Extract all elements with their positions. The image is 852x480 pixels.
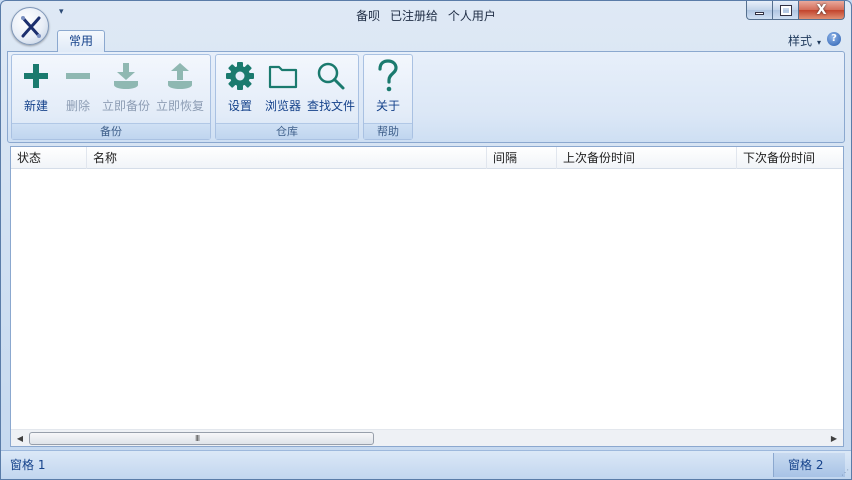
tab-common[interactable]: 常用: [57, 30, 105, 52]
settings-button[interactable]: 设置: [220, 59, 260, 119]
horizontal-scrollbar[interactable]: ◀ III ▶: [11, 429, 843, 446]
group-label-backup: 备份: [12, 123, 210, 139]
download-tray-icon: [114, 63, 138, 89]
column-header-interval[interactable]: 间隔: [487, 147, 557, 169]
title-registered-to: 已注册给: [389, 9, 438, 23]
minus-icon: [66, 73, 90, 79]
maximize-icon: [779, 4, 792, 16]
status-pane-1: 窗格 1: [10, 458, 46, 472]
column-header-next-backup[interactable]: 下次备份时间: [737, 147, 843, 169]
column-header-status[interactable]: 状态: [11, 147, 87, 169]
window-title: 备呗 已注册给 个人用户: [1, 7, 851, 24]
browser-button-label: 浏览器: [264, 99, 301, 113]
ribbon-group-backup: 新建 删除 立即备份 立即恢复 备份: [11, 54, 211, 140]
close-icon: X: [816, 2, 827, 18]
question-icon: [378, 59, 398, 92]
chevron-down-icon: ▾: [816, 38, 821, 47]
app-window: ▾ 备呗 已注册给 个人用户 X 常用 样式 ▾ ? 新建 删除 立即备份 立即…: [0, 0, 852, 480]
settings-button-label: 设置: [227, 99, 252, 113]
gear-icon: [226, 62, 254, 90]
delete-button[interactable]: 删除: [58, 59, 98, 119]
close-button[interactable]: X: [799, 1, 845, 20]
about-button[interactable]: 关于: [368, 59, 408, 119]
application-menu-button[interactable]: [11, 7, 49, 45]
find-files-button-label: 查找文件: [306, 99, 355, 113]
ribbon: 新建 删除 立即备份 立即恢复 备份 设置 浏览器 查找文件 仓库 关于 帮助: [7, 51, 845, 143]
delete-button-label: 删除: [65, 99, 90, 113]
list-header: 状态 名称 间隔 上次备份时间 下次备份时间: [11, 147, 843, 169]
upload-tray-icon: [168, 63, 192, 89]
group-label-help: 帮助: [364, 123, 412, 139]
plus-icon: [24, 64, 48, 88]
new-button[interactable]: 新建: [16, 59, 56, 119]
title-app-name: 备呗: [356, 9, 381, 23]
column-header-name[interactable]: 名称: [87, 147, 487, 169]
ribbon-group-repository: 设置 浏览器 查找文件 仓库: [215, 54, 359, 140]
style-menu-label: 样式: [787, 34, 812, 48]
resize-grip-icon[interactable]: ⋰: [841, 468, 849, 477]
title-bar[interactable]: ▾ 备呗 已注册给 个人用户 X: [1, 1, 851, 29]
group-label-repository: 仓库: [216, 123, 358, 139]
style-menu[interactable]: 样式 ▾: [788, 32, 821, 49]
scrollbar-thumb[interactable]: III: [29, 432, 374, 445]
backup-task-list[interactable]: 状态 名称 间隔 上次备份时间 下次备份时间 ◀ III ▶: [10, 146, 844, 447]
minimize-icon: [755, 11, 764, 15]
help-icon[interactable]: ?: [827, 32, 841, 46]
scrollbar-grip: III: [195, 434, 200, 443]
about-button-label: 关于: [375, 99, 400, 113]
app-logo-icon: [21, 16, 41, 38]
ribbon-group-help: 关于 帮助: [363, 54, 413, 140]
backup-now-button[interactable]: 立即备份: [100, 59, 152, 119]
search-icon: [317, 62, 345, 90]
status-bar: 窗格 1 窗格 2 ⋰: [1, 450, 851, 479]
backup-now-button-label: 立即备份: [101, 99, 150, 113]
scroll-left-icon[interactable]: ◀: [13, 432, 27, 445]
status-pane-2: 窗格 2: [773, 453, 845, 477]
window-controls: X: [746, 1, 845, 21]
browser-button[interactable]: 浏览器: [262, 59, 304, 119]
folder-icon: [268, 65, 298, 89]
new-button-label: 新建: [23, 99, 48, 113]
find-files-button[interactable]: 查找文件: [306, 59, 356, 119]
maximize-button[interactable]: [773, 1, 799, 20]
scroll-right-icon[interactable]: ▶: [827, 432, 841, 445]
minimize-button[interactable]: [746, 1, 773, 20]
title-user-type: 个人用户: [447, 9, 496, 23]
restore-now-button[interactable]: 立即恢复: [154, 59, 206, 119]
restore-now-button-label: 立即恢复: [155, 99, 204, 113]
column-header-last-backup[interactable]: 上次备份时间: [557, 147, 737, 169]
ribbon-tab-strip: 常用 样式 ▾ ?: [1, 29, 851, 52]
